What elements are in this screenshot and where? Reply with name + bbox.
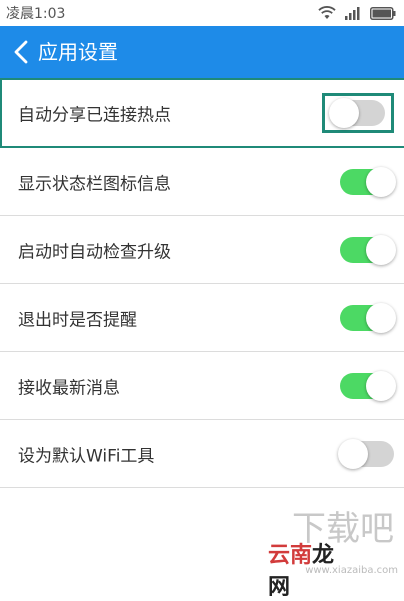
toggle-wrapper [340, 234, 396, 265]
watermark-url: www.xiazaiba.com [305, 565, 398, 576]
app-bar: 应用设置 [0, 26, 404, 78]
auto-share-hotspot-toggle[interactable] [329, 98, 385, 128]
setting-label: 退出时是否提醒 [18, 310, 137, 330]
toggle-wrapper [340, 370, 396, 401]
page-title: 应用设置 [38, 40, 118, 64]
show-statusbar-icon-toggle[interactable] [340, 166, 396, 197]
settings-list: 自动分享已连接热点 显示状态栏图标信息 启动时自动检查升级 退出时是否提醒 接收… [0, 78, 404, 488]
status-bar: 凌晨1:03 [0, 0, 404, 26]
receive-news-toggle[interactable] [340, 370, 396, 401]
toggle-knob [329, 98, 359, 128]
default-wifi-tool-toggle[interactable] [338, 438, 394, 469]
setting-label: 设为默认WiFi工具 [18, 446, 155, 466]
signal-icon [345, 7, 360, 20]
setting-row-show-statusbar-icon[interactable]: 显示状态栏图标信息 [0, 148, 404, 216]
watermark: 下载吧 云南龙网 www.xiazaiba.com [268, 501, 398, 600]
setting-row-auto-share-hotspot[interactable]: 自动分享已连接热点 [0, 78, 404, 148]
setting-label: 接收最新消息 [18, 378, 120, 398]
toggle-knob [366, 234, 396, 265]
toggle-knob [366, 302, 396, 333]
exit-reminder-toggle[interactable] [340, 302, 396, 333]
wifi-icon [318, 6, 336, 19]
auto-check-update-toggle[interactable] [340, 234, 396, 265]
status-time: 凌晨1:03 [6, 6, 66, 22]
toggle-wrapper [340, 166, 396, 197]
setting-label: 显示状态栏图标信息 [18, 174, 171, 194]
setting-row-default-wifi-tool[interactable]: 设为默认WiFi工具 [0, 420, 404, 488]
back-chevron-icon[interactable] [12, 40, 30, 64]
setting-row-exit-reminder[interactable]: 退出时是否提醒 [0, 284, 404, 352]
setting-row-receive-news[interactable]: 接收最新消息 [0, 352, 404, 420]
setting-label: 启动时自动检查升级 [18, 242, 171, 262]
toggle-wrapper [338, 438, 394, 469]
toggle-highlight-frame [322, 93, 394, 133]
battery-icon [370, 6, 396, 20]
toggle-wrapper [322, 93, 394, 133]
toggle-knob [366, 370, 396, 401]
toggle-wrapper [340, 302, 396, 333]
status-icons [318, 4, 396, 22]
toggle-knob [338, 438, 368, 469]
toggle-knob [366, 166, 396, 197]
setting-label: 自动分享已连接热点 [18, 105, 171, 126]
setting-row-auto-check-update[interactable]: 启动时自动检查升级 [0, 216, 404, 284]
